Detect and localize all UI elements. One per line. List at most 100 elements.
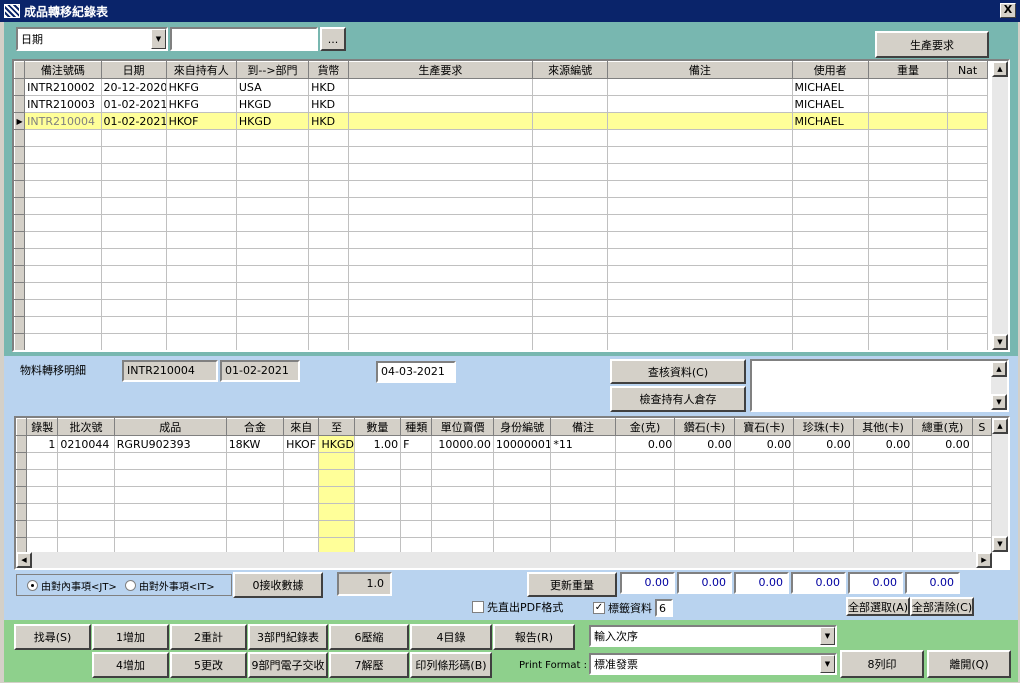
table-cell[interactable]: 01-02-2021 — [100, 95, 167, 113]
table-cell[interactable] — [971, 486, 993, 504]
table-cell[interactable] — [531, 129, 609, 147]
update-weight-button[interactable]: 更新重量 — [527, 572, 617, 597]
scroll-down-icon[interactable]: ▼ — [991, 394, 1007, 410]
table-cell[interactable] — [24, 163, 102, 181]
row-selector[interactable] — [14, 197, 26, 215]
column-header[interactable]: 單位賣價 — [431, 418, 494, 436]
table-cell[interactable] — [347, 180, 533, 198]
table-cell[interactable] — [24, 265, 102, 283]
table-cell[interactable] — [318, 503, 355, 521]
table-cell[interactable] — [347, 112, 533, 130]
table-cell[interactable] — [347, 282, 533, 300]
column-header[interactable]: 錄製 — [26, 418, 59, 436]
chevron-down-icon[interactable]: ▼ — [151, 29, 166, 49]
table-cell[interactable] — [607, 163, 793, 181]
notes-scrollbar[interactable]: ▲ ▼ — [991, 361, 1007, 410]
table-cell[interactable] — [550, 503, 616, 521]
table-cell[interactable] — [912, 520, 973, 538]
table-cell[interactable] — [531, 197, 609, 215]
row-selector[interactable] — [14, 316, 26, 334]
table-cell[interactable] — [971, 520, 993, 538]
table-cell[interactable] — [793, 469, 854, 487]
table-cell[interactable]: HKFG — [165, 78, 237, 96]
table-cell[interactable]: INTR210003 — [24, 95, 102, 113]
table-cell[interactable] — [57, 486, 115, 504]
table-row[interactable] — [14, 129, 988, 147]
table-cell[interactable] — [607, 265, 793, 283]
table-cell[interactable] — [347, 129, 533, 147]
table-cell[interactable] — [614, 486, 676, 504]
detail-vertical-scrollbar[interactable]: ▲ ▼ — [992, 418, 1008, 552]
table-row[interactable] — [14, 231, 988, 249]
table-cell[interactable] — [912, 503, 973, 521]
table-cell[interactable] — [867, 146, 949, 164]
table-cell[interactable] — [100, 299, 167, 317]
row-selector[interactable] — [16, 486, 28, 504]
table-row[interactable]: INTR210003 01-02-2021 HKFG HKGD HKD MICHAEL — [14, 95, 988, 113]
column-header[interactable]: 批次號 — [57, 418, 115, 436]
table-cell[interactable]: INTR210002 — [24, 78, 102, 96]
table-row[interactable] — [14, 180, 988, 198]
table-cell[interactable]: 100000017 — [492, 435, 552, 453]
table-cell[interactable] — [24, 248, 102, 266]
table-row[interactable] — [14, 316, 988, 334]
table-cell[interactable]: F — [400, 435, 433, 453]
table-cell[interactable]: HKGD — [318, 435, 355, 453]
table-cell[interactable]: 0.00 — [674, 435, 735, 453]
table-row[interactable] — [14, 299, 988, 317]
table-row[interactable]: 1 0210044 RGRU902393 18KW HKOF HKGD 1.00 F 10000… — [16, 435, 993, 453]
production-request-button[interactable]: 生產要求 — [875, 31, 989, 58]
table-cell[interactable] — [283, 452, 320, 470]
notes-textarea[interactable]: ▲ ▼ — [750, 359, 1009, 412]
table-cell[interactable] — [614, 469, 676, 487]
table-cell[interactable] — [57, 469, 115, 487]
table-cell[interactable] — [318, 520, 355, 538]
table-cell[interactable] — [308, 265, 349, 283]
table-cell[interactable] — [550, 520, 616, 538]
table-cell[interactable] — [867, 197, 949, 215]
table-cell[interactable] — [791, 248, 869, 266]
table-cell[interactable]: 1.00 — [353, 435, 402, 453]
table-cell[interactable] — [100, 282, 167, 300]
table-cell[interactable] — [26, 469, 59, 487]
table-row[interactable]: ▶ INTR210004 01-02-2021 HKOF HKGD HKD MICHAEL — [14, 112, 988, 130]
table-cell[interactable] — [733, 520, 795, 538]
row-selector[interactable] — [14, 129, 26, 147]
table-cell[interactable] — [791, 129, 869, 147]
table-row[interactable] — [14, 333, 988, 350]
table-cell[interactable] — [852, 452, 914, 470]
table-cell[interactable] — [867, 282, 949, 300]
table-cell[interactable] — [912, 486, 973, 504]
table-cell[interactable] — [100, 163, 167, 181]
table-cell[interactable]: 0210044 — [57, 435, 115, 453]
table-cell[interactable] — [550, 452, 616, 470]
table-cell[interactable] — [225, 469, 285, 487]
edit-button[interactable]: 5更改 — [170, 652, 247, 678]
table-cell[interactable] — [347, 248, 533, 266]
table-cell[interactable] — [283, 486, 320, 504]
table-cell[interactable] — [26, 520, 59, 538]
table-cell[interactable] — [947, 163, 988, 181]
column-header[interactable]: 備注 — [607, 61, 793, 79]
pdf-checkbox[interactable] — [472, 601, 484, 613]
table-cell[interactable] — [947, 146, 988, 164]
table-cell[interactable] — [235, 197, 310, 215]
column-header[interactable]: 寶石(卡) — [733, 418, 795, 436]
table-cell[interactable] — [531, 78, 609, 96]
table-cell[interactable] — [607, 112, 793, 130]
table-cell[interactable] — [947, 299, 988, 317]
table-cell[interactable] — [867, 265, 949, 283]
column-header[interactable]: 身份編號 — [492, 418, 552, 436]
table-cell[interactable]: 0.00 — [852, 435, 914, 453]
table-cell[interactable] — [431, 469, 494, 487]
table-cell[interactable] — [947, 129, 988, 147]
select-all-button[interactable]: 全部選取(A) — [846, 597, 910, 616]
table-cell[interactable]: INTR210004 — [24, 112, 102, 130]
column-header[interactable]: 重量 — [867, 61, 949, 79]
table-cell[interactable] — [531, 248, 609, 266]
table-cell[interactable] — [614, 452, 676, 470]
table-cell[interactable] — [947, 231, 988, 249]
table-cell[interactable] — [947, 282, 988, 300]
table-cell[interactable] — [947, 78, 988, 96]
table-cell[interactable] — [100, 129, 167, 147]
